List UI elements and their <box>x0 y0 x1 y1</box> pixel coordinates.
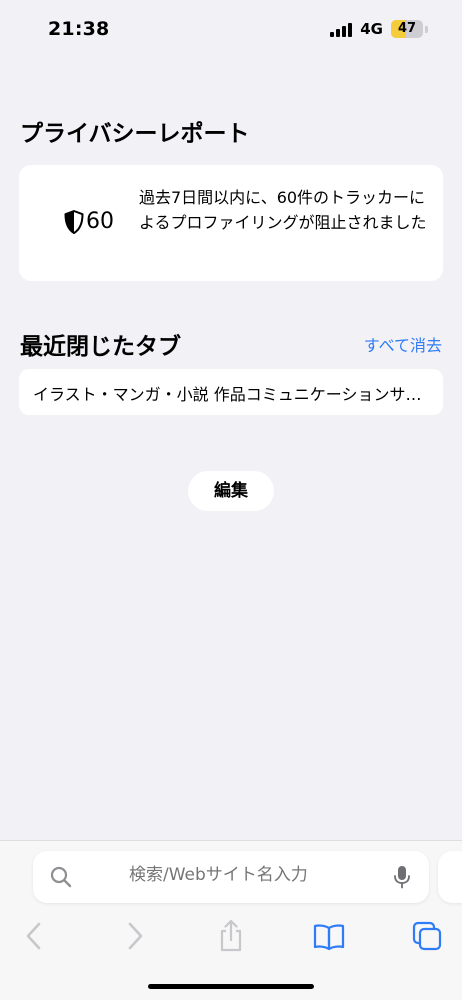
microphone-icon[interactable] <box>393 865 411 889</box>
status-indicators: 4G 47 <box>330 20 428 38</box>
recent-tab-item[interactable]: イラスト・マンガ・小説 作品コミュニケーションサービス <box>19 369 443 415</box>
privacy-report-description: 過去7日間以内に、60件のトラッカーによるプロファイリングが阻止されました <box>139 188 427 232</box>
status-time: 21:38 <box>48 18 110 40</box>
battery-cap <box>425 25 428 33</box>
status-bar: 21:38 4G 47 <box>0 0 462 62</box>
search-input[interactable] <box>129 865 369 885</box>
next-address-bar[interactable] <box>438 851 462 903</box>
shield-icon <box>64 210 84 234</box>
privacy-report-card[interactable]: 60 過去7日間以内に、60件のトラッカーによるプロファイリングが阻止されました <box>19 165 443 281</box>
search-icon <box>50 866 72 888</box>
battery-percent: 47 <box>397 21 417 36</box>
book-icon[interactable] <box>312 919 346 953</box>
chevron-right-icon[interactable] <box>117 919 151 953</box>
bottom-toolbar <box>0 840 462 1000</box>
home-indicator <box>148 984 314 989</box>
recent-tabs-title: 最近閉じたタブ <box>20 334 181 360</box>
edit-button[interactable]: 編集 <box>188 471 274 511</box>
tracker-count: 60 <box>86 209 114 234</box>
clear-all-button[interactable]: すべて消去 <box>364 332 442 356</box>
chevron-left-icon[interactable] <box>18 919 52 953</box>
recent-tab-title: イラスト・マンガ・小説 作品コミュニケーションサービス <box>33 385 429 404</box>
privacy-report-title: プライバシーレポート <box>20 121 250 147</box>
address-bar[interactable] <box>33 851 429 903</box>
network-type: 4G <box>360 20 383 38</box>
share-icon[interactable] <box>214 919 248 953</box>
tabs-icon[interactable] <box>410 919 444 953</box>
battery-icon: 47 <box>391 20 423 38</box>
cellular-signal-icon <box>330 21 353 37</box>
